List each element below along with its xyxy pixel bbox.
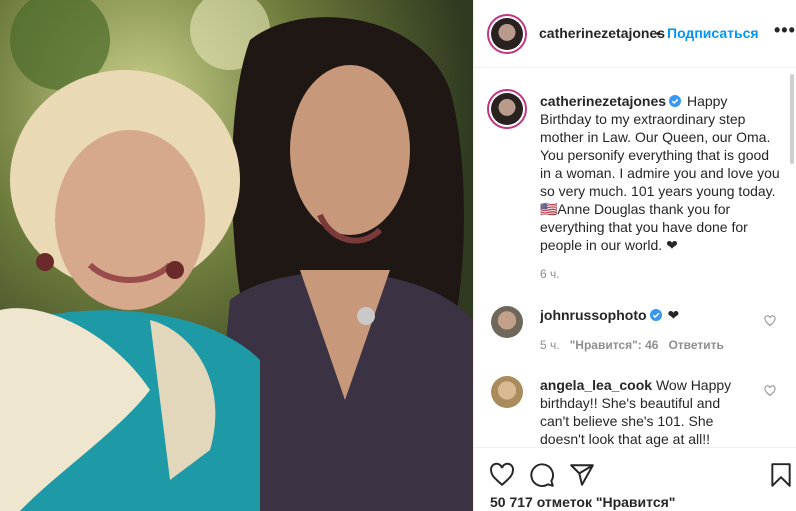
- caption-author-avatar[interactable]: [487, 89, 527, 129]
- caption-text: catherinezetajones Happy Birthday to my …: [540, 92, 780, 254]
- like-comment-heart-icon[interactable]: [764, 315, 776, 327]
- caption-time[interactable]: 6 ч.: [540, 267, 560, 281]
- comment-username[interactable]: johnrussophoto: [540, 307, 647, 323]
- author-avatar[interactable]: [487, 14, 527, 54]
- comment-time[interactable]: 5 ч.: [540, 338, 560, 352]
- comments-list[interactable]: catherinezetajones Happy Birthday to my …: [474, 69, 796, 447]
- post-photo-image: [0, 0, 473, 511]
- post-details-panel: catherinezetajones • Подписаться ••• cat…: [473, 0, 796, 511]
- share-icon[interactable]: [569, 462, 595, 488]
- follow-button[interactable]: Подписаться: [667, 25, 759, 41]
- comment-avatar[interactable]: [491, 376, 523, 408]
- heart-icon[interactable]: [489, 462, 515, 488]
- comment-username[interactable]: angela_lea_cook: [540, 377, 652, 393]
- reply-button[interactable]: Ответить: [668, 338, 723, 352]
- comment-icon[interactable]: [529, 462, 555, 488]
- comment-body: ❤: [667, 307, 680, 323]
- author-username[interactable]: catherinezetajones: [539, 25, 665, 41]
- post-header: catherinezetajones • Подписаться •••: [474, 0, 796, 68]
- comment-meta: 5 ч. "Нравится": 46 Ответить: [540, 338, 734, 352]
- post-actions-footer: 50 717 отметок "Нравится": [474, 447, 796, 511]
- comment-text: angela_lea_cook Wow Happy birthday!! She…: [540, 376, 740, 447]
- comment-likes[interactable]: "Нравится": 46: [570, 338, 659, 352]
- post-photo[interactable]: [0, 0, 473, 511]
- header-separator: •: [656, 25, 661, 41]
- caption-meta: 6 ч.: [540, 267, 570, 281]
- like-comment-heart-icon[interactable]: [764, 385, 776, 397]
- more-options-icon[interactable]: •••: [774, 20, 796, 41]
- comments-scrollbar[interactable]: [790, 74, 794, 164]
- likes-count[interactable]: 50 717 отметок "Нравится": [490, 494, 675, 510]
- caption-body: Happy Birthday to my extraordinary step …: [540, 93, 780, 253]
- comment-text: johnrussophoto ❤: [540, 306, 780, 324]
- caption-username[interactable]: catherinezetajones: [540, 93, 666, 109]
- verified-badge-icon: [649, 309, 662, 321]
- verified-badge-icon: [669, 95, 682, 107]
- bookmark-icon[interactable]: [768, 462, 794, 488]
- comment-avatar[interactable]: [491, 306, 523, 338]
